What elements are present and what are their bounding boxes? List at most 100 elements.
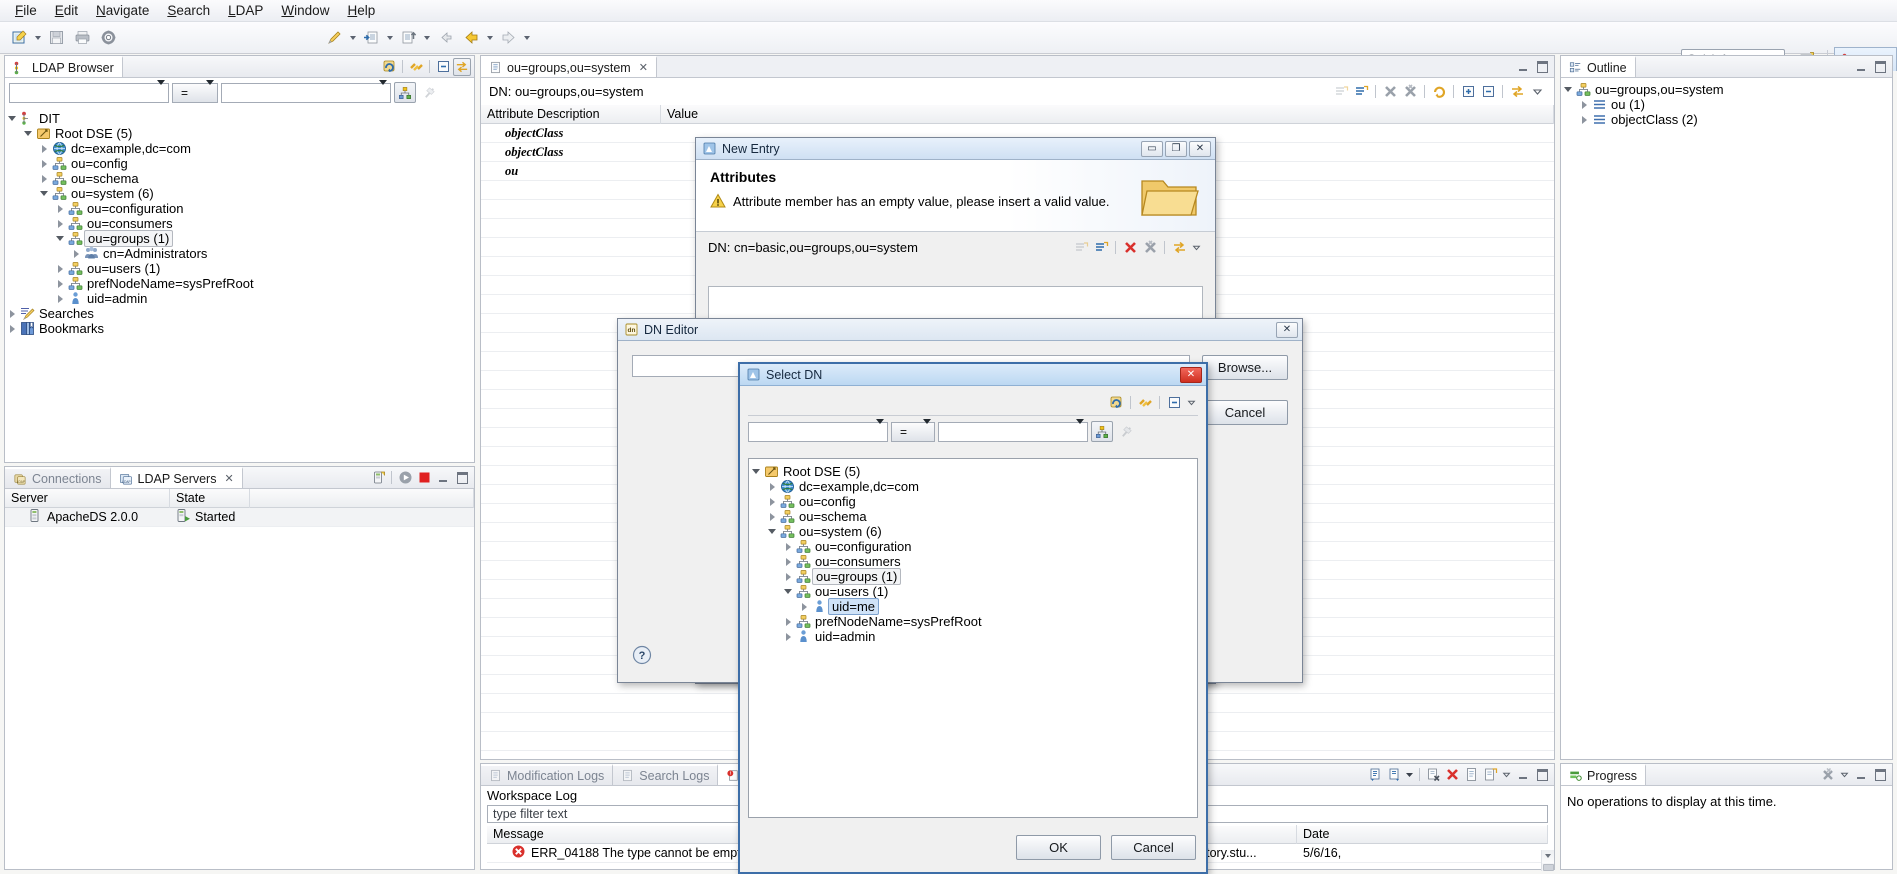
tree-node[interactable]: ou=users (1) xyxy=(5,261,474,276)
new-entry-dropdown-icon[interactable] xyxy=(32,26,43,50)
restore-log-icon[interactable] xyxy=(1481,766,1499,784)
new-value-icon[interactable] xyxy=(1092,238,1110,256)
view-menu-icon[interactable] xyxy=(1190,238,1203,256)
servers-table-body[interactable]: ApacheDS 2.0.0 Started xyxy=(5,508,474,527)
tree-node[interactable]: objectClass (2) xyxy=(1561,112,1892,127)
delete-icon[interactable] xyxy=(1121,238,1139,256)
chevron-right-icon[interactable] xyxy=(53,295,67,303)
tab-modification-logs[interactable]: Modification Logs xyxy=(481,764,614,785)
tree-node[interactable]: uid=me xyxy=(749,598,1197,615)
maximize-icon[interactable]: ❐ xyxy=(1165,140,1187,157)
back-dropdown-icon[interactable] xyxy=(484,26,495,50)
tree-node[interactable]: ou=users (1) xyxy=(749,584,1197,599)
tree-node[interactable]: Root DSE (5) xyxy=(749,464,1197,479)
back-history-icon[interactable] xyxy=(433,26,457,50)
menu-item-ldap[interactable]: LDAP xyxy=(219,1,272,20)
menu-item-search[interactable]: Search xyxy=(158,1,219,20)
tree-node[interactable]: prefNodeName=sysPrefRoot xyxy=(5,276,474,291)
tree-node[interactable]: ou=schema xyxy=(5,171,474,186)
browser-clear-filter-icon[interactable] xyxy=(419,82,441,103)
select-dn-tree-container[interactable]: Root DSE (5) dc=example,dc=com ou=config ou… xyxy=(748,458,1198,818)
column-header[interactable]: Date xyxy=(1297,825,1548,844)
cancel-all-icon[interactable] xyxy=(1819,766,1837,784)
tree-node[interactable]: uid=admin xyxy=(5,291,474,306)
quick-fix-icon[interactable] xyxy=(322,26,346,50)
forward-dropdown-icon[interactable] xyxy=(521,26,532,50)
stop-server-icon[interactable] xyxy=(415,469,433,487)
unlink-icon[interactable] xyxy=(1136,393,1154,411)
print-icon[interactable] xyxy=(70,26,94,50)
chevron-right-icon[interactable] xyxy=(1577,101,1591,109)
chevron-right-icon[interactable] xyxy=(37,160,51,168)
collapse-all-icon[interactable] xyxy=(1479,83,1497,101)
ok-button[interactable]: OK xyxy=(1016,835,1101,860)
clear-log-icon[interactable] xyxy=(1424,766,1442,784)
export-dropdown-icon[interactable] xyxy=(421,26,432,50)
new-server-icon[interactable] xyxy=(369,469,387,487)
selectdn-operator-combo[interactable]: = xyxy=(891,421,935,442)
delete-all-icon[interactable] xyxy=(1401,83,1419,101)
chevron-right-icon[interactable] xyxy=(781,633,795,641)
maximize-view-icon[interactable] xyxy=(455,470,470,485)
run-server-icon[interactable] xyxy=(396,469,414,487)
tree-node[interactable]: ou=config xyxy=(5,156,474,171)
close-icon[interactable]: ✕ xyxy=(1189,140,1211,157)
chevron-down-icon[interactable] xyxy=(765,529,779,534)
scroll-thumb[interactable] xyxy=(1543,864,1554,871)
tab-outline[interactable]: Outline xyxy=(1561,56,1636,77)
tree-node[interactable]: prefNodeName=sysPrefRoot xyxy=(749,614,1197,629)
maximize-view-icon[interactable] xyxy=(1535,767,1550,782)
tree-node[interactable]: ou (1) xyxy=(1561,97,1892,112)
collapse-all-icon[interactable] xyxy=(434,58,452,76)
tab-ldap-servers[interactable]: LDAP LDAP Servers ✕ xyxy=(110,467,243,488)
ldap-browser-tree[interactable]: DIT Root DSE (5) dc=example,dc=com ou=confi… xyxy=(5,107,474,340)
close-icon[interactable]: ✕ xyxy=(224,472,233,485)
tab-progress[interactable]: Progress xyxy=(1561,764,1647,785)
tree-node[interactable]: DIT xyxy=(5,111,474,126)
close-icon[interactable]: ✕ xyxy=(1276,321,1298,338)
tab-connections[interactable]: LDAP Connections xyxy=(5,467,111,488)
tree-node[interactable]: ou=config xyxy=(749,494,1197,509)
maximize-view-icon[interactable] xyxy=(1873,59,1888,74)
view-menu-icon[interactable] xyxy=(1185,393,1198,411)
selectdn-clear-filter-icon[interactable] xyxy=(1116,421,1138,442)
import-dropdown-icon[interactable] xyxy=(384,26,395,50)
chevron-right-icon[interactable] xyxy=(797,603,811,611)
delete-all-icon[interactable] xyxy=(1141,238,1159,256)
chevron-right-icon[interactable] xyxy=(37,145,51,153)
tree-node[interactable]: Bookmarks xyxy=(5,321,474,336)
minimize-view-icon[interactable] xyxy=(1854,767,1869,782)
tree-node[interactable]: ou=consumers xyxy=(749,554,1197,569)
tree-node[interactable]: dc=example,dc=com xyxy=(749,479,1197,494)
chevron-right-icon[interactable] xyxy=(765,483,779,491)
chevron-right-icon[interactable] xyxy=(37,175,51,183)
tree-node[interactable]: ou=system (6) xyxy=(5,186,474,201)
browse-button[interactable]: Browse... xyxy=(1202,355,1288,380)
tree-node[interactable]: uid=admin xyxy=(749,629,1197,644)
minimize-icon[interactable]: ▭ xyxy=(1141,140,1163,157)
maximize-editor-icon[interactable] xyxy=(1535,59,1550,74)
chevron-down-icon[interactable] xyxy=(21,131,35,136)
dn-editor-help-icon[interactable]: ? xyxy=(632,645,652,668)
log-dropdown-icon[interactable] xyxy=(1404,766,1415,784)
tree-node[interactable]: ou=groups (1) xyxy=(5,230,474,247)
import-icon[interactable] xyxy=(359,26,383,50)
chevron-down-icon[interactable] xyxy=(53,236,67,241)
chevron-right-icon[interactable] xyxy=(781,618,795,626)
tree-node[interactable]: ou=system (6) xyxy=(749,524,1197,539)
minimize-editor-icon[interactable] xyxy=(1516,59,1531,74)
refresh-icon[interactable] xyxy=(380,58,398,76)
close-icon[interactable]: ✕ xyxy=(639,61,648,74)
chevron-right-icon[interactable] xyxy=(765,498,779,506)
minimize-view-icon[interactable] xyxy=(436,470,451,485)
tab-entry-editor[interactable]: ou=groups,ou=system ✕ xyxy=(481,56,657,77)
export-icon[interactable] xyxy=(396,26,420,50)
link-with-editor-icon[interactable] xyxy=(453,57,471,76)
chevron-right-icon[interactable] xyxy=(781,543,795,551)
browser-value-combo[interactable] xyxy=(221,82,391,103)
new-entry-icon[interactable] xyxy=(7,26,31,50)
tree-node[interactable]: Searches xyxy=(5,306,474,321)
chevron-down-icon[interactable] xyxy=(1561,87,1575,92)
link-with-editor-icon[interactable] xyxy=(1508,83,1526,101)
refresh-icon[interactable] xyxy=(1430,83,1448,101)
